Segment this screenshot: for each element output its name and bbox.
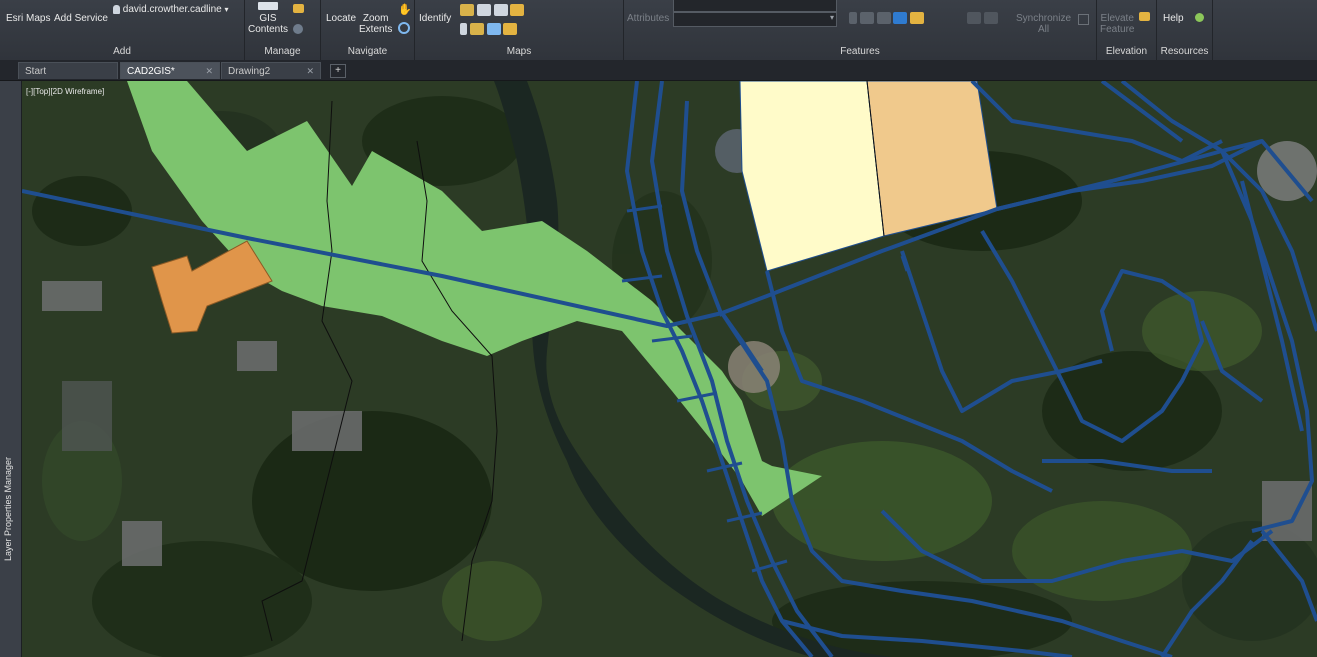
panel-title-maps: Maps <box>506 46 532 57</box>
attributes-button[interactable]: Attributes <box>627 13 669 24</box>
locate-label: Locate <box>326 13 357 24</box>
identify-button[interactable]: Identify <box>419 13 451 24</box>
panel-resources: Help Resources <box>1157 0 1213 60</box>
panel-features: Attributes ▾ Synchronize All Features <box>624 0 1097 60</box>
edit-icon[interactable] <box>293 4 304 13</box>
palette-title: Layer Properties Manager <box>3 456 13 561</box>
feature-add-icon[interactable] <box>893 12 908 24</box>
close-icon[interactable]: ✕ <box>306 63 314 80</box>
synchronize-all-button[interactable]: Synchronize All <box>1016 13 1071 35</box>
chevron-down-icon: ▾ <box>224 5 229 14</box>
pan-hand-icon[interactable]: ✋ <box>398 3 412 16</box>
panel-title-add: Add <box>113 46 131 57</box>
help-label: Help <box>1163 13 1184 24</box>
feature-type-combo[interactable]: ▾ <box>673 12 837 27</box>
panel-title-elevation: Elevation <box>1105 46 1148 57</box>
panel-maps: Identify Maps <box>415 0 624 60</box>
table-icon[interactable] <box>476 4 491 16</box>
user-account-button[interactable]: david.crowther.cadline ▾ <box>113 4 229 15</box>
synchronize-all-label: Synchronize All <box>1016 13 1072 35</box>
help-button[interactable]: Help <box>1163 13 1184 24</box>
maps-tool-icons <box>460 4 525 16</box>
tab-label: Start <box>25 66 47 77</box>
panel-title-features: Features <box>840 46 880 57</box>
add-service-button[interactable]: Add Service <box>54 13 108 24</box>
tab-label: CAD2GIS* <box>127 66 175 77</box>
panel-manage: GIS Contents Manage <box>245 0 321 60</box>
panel-title-manage: Manage <box>264 46 301 57</box>
add-service-label: Add Service <box>54 13 108 24</box>
panel-add: Esri Maps Add Service david.crowther.cad… <box>0 0 245 60</box>
feature-layer-combo[interactable] <box>673 0 837 12</box>
panel-elevation: Elevate Feature Elevation <box>1097 0 1157 60</box>
zoom-extents-label: Zoom Extents <box>359 13 393 35</box>
maps-tool-icons-row2 <box>460 23 518 35</box>
elevate-feature-button[interactable]: Elevate Feature <box>1100 13 1134 35</box>
plus-icon: + <box>335 65 341 76</box>
identify-label: Identify <box>419 13 452 24</box>
panel-navigate: Locate Zoom Extents ✋ Navigate <box>321 0 415 60</box>
globe-icon[interactable] <box>293 24 303 34</box>
map-viewport[interactable]: [-][Top][2D Wireframe] <box>22 81 1317 657</box>
viewport-controls-label[interactable]: [-][Top][2D Wireframe] <box>26 87 104 96</box>
map-canvas[interactable]: [-][Top][2D Wireframe] <box>22 81 1317 657</box>
feature-edit-icon[interactable] <box>910 12 925 24</box>
chevron-down-icon: ▾ <box>829 13 834 22</box>
folder-icon[interactable] <box>510 4 525 16</box>
esri-maps-button[interactable]: Esri Maps <box>6 13 50 24</box>
gis-contents-button[interactable]: GIS Contents <box>245 13 291 35</box>
esri-maps-label: Esri Maps <box>6 13 51 24</box>
feature-icon-1[interactable] <box>849 12 857 24</box>
feature-tool-icons <box>849 12 925 24</box>
gis-contents-label: GIS Contents <box>247 13 289 35</box>
panel-title-navigate: Navigate <box>347 46 388 57</box>
globe-icon[interactable] <box>1195 13 1204 22</box>
elevation-edit-icon[interactable] <box>1139 12 1150 21</box>
ribbon: Esri Maps Add Service david.crowther.cad… <box>0 0 1317 61</box>
close-icon[interactable]: ✕ <box>205 63 213 80</box>
user-icon <box>113 4 120 14</box>
elevate-feature-label: Elevate Feature <box>1100 13 1135 35</box>
feature-icon-2[interactable] <box>859 12 874 24</box>
tab-start[interactable]: Start <box>18 62 118 79</box>
select-icon[interactable] <box>460 23 467 35</box>
tab-label: Drawing2 <box>228 66 271 77</box>
gis-contents-icon <box>258 2 278 10</box>
parcel-tan[interactable] <box>866 81 998 237</box>
feature-icon-3[interactable] <box>876 12 891 24</box>
attributes-label: Attributes <box>627 13 670 24</box>
new-tab-button[interactable]: + <box>330 64 346 78</box>
checkbox-icon[interactable] <box>1078 14 1089 25</box>
document-tab-bar: Start CAD2GIS* ✕ Drawing2 ✕ <box>0 60 1317 81</box>
layer-icon[interactable] <box>460 4 474 16</box>
export-icon[interactable] <box>503 23 518 35</box>
locate-button[interactable]: Locate <box>326 13 356 24</box>
sync-icon-1[interactable] <box>967 12 981 24</box>
tab-cad2gis[interactable]: CAD2GIS* ✕ <box>120 62 220 79</box>
tab-drawing2[interactable]: Drawing2 ✕ <box>221 62 321 79</box>
zoom-icon[interactable] <box>398 22 410 34</box>
user-name: david.crowther.cadline <box>122 4 222 15</box>
sync-icon[interactable] <box>486 23 501 35</box>
panel-title-resources: Resources <box>1160 46 1209 57</box>
sync-icon-2[interactable] <box>983 12 998 24</box>
parcel-light[interactable] <box>739 81 885 272</box>
layer-properties-palette[interactable]: Layer Properties Manager <box>0 81 22 657</box>
feature-sync-icons <box>967 12 998 24</box>
attribute-icon[interactable] <box>469 23 484 35</box>
map-icon[interactable] <box>493 4 508 16</box>
zoom-extents-button[interactable]: Zoom Extents <box>359 13 392 35</box>
